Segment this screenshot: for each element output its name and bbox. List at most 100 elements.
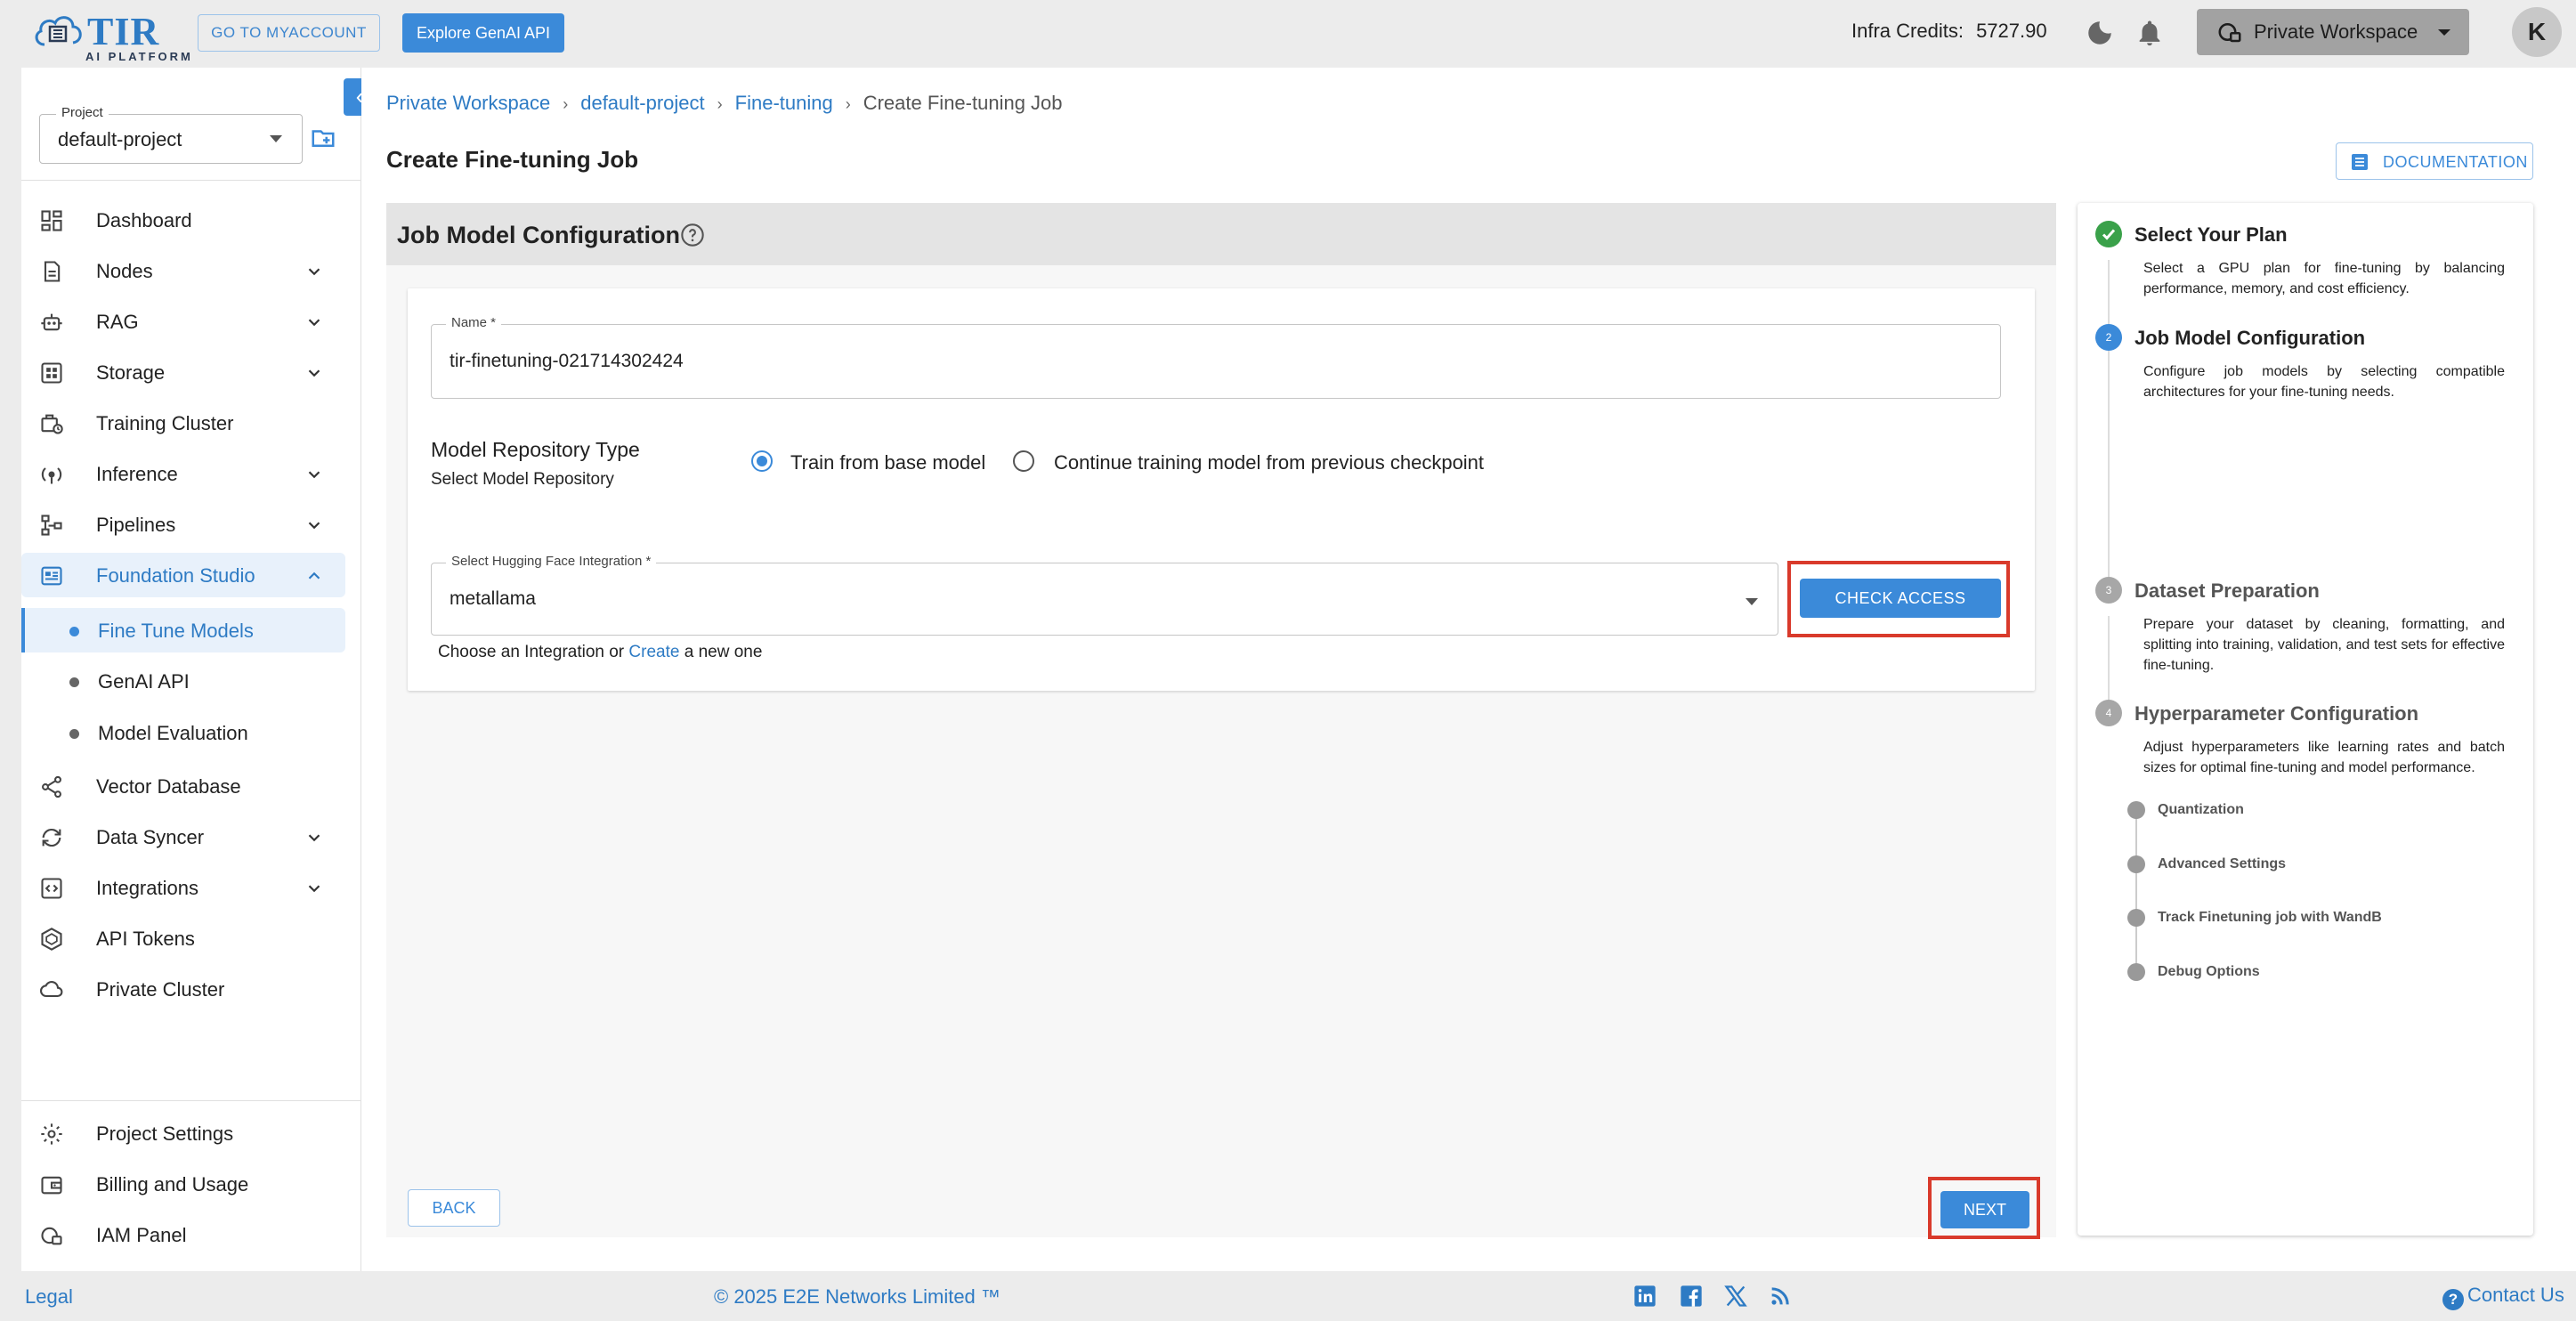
bullet-icon <box>69 627 79 636</box>
legal-link[interactable]: Legal <box>25 1285 73 1309</box>
linkedin-icon[interactable] <box>1632 1284 1657 1309</box>
sidebar-item-label: Foundation Studio <box>96 564 255 587</box>
sub-step-connector <box>2135 808 2137 977</box>
radio-continue-from-checkpoint[interactable] <box>1013 450 1034 472</box>
hugging-face-integration-select[interactable]: Select Hugging Face Integration * metall… <box>431 554 1778 636</box>
breadcrumb-project[interactable]: default-project <box>580 92 704 114</box>
sub-step-advanced-settings[interactable]: Advanced Settings <box>2158 856 2286 872</box>
sub-step-debug-options[interactable]: Debug Options <box>2158 964 2260 980</box>
workspace-selector[interactable]: Private Workspace <box>2197 9 2469 55</box>
step-connector <box>2108 363 2110 577</box>
facebook-icon[interactable] <box>1679 1284 1704 1309</box>
back-button[interactable]: BACK <box>408 1189 500 1227</box>
section-header: Job Model Configuration <box>386 203 2056 265</box>
breadcrumb: Private Workspace › default-project › Fine-t… <box>386 92 1063 115</box>
sidebar-item-iam-panel[interactable]: IAM Panel <box>21 1212 345 1257</box>
step-number: 2 <box>2095 324 2122 351</box>
logo-cloud-icon <box>35 16 82 46</box>
step-description: Prepare your dataset by cleaning, format… <box>2143 617 2505 673</box>
go-to-myaccount-button[interactable]: GO TO MYACCOUNT <box>198 14 380 52</box>
sidebar-divider <box>21 1100 361 1101</box>
workspace-icon <box>2218 23 2241 43</box>
chevron-down-icon <box>304 262 324 281</box>
sub-step-dot <box>2127 855 2145 873</box>
sidebar-item-nodes[interactable]: Nodes <box>21 248 345 293</box>
sidebar-item-label: Data Syncer <box>96 826 205 848</box>
sidebar-subitem-genai-api[interactable]: GenAI API <box>21 659 345 703</box>
create-integration-link[interactable]: Create <box>628 643 679 661</box>
model-repository-subtitle: Select Model Repository <box>431 470 614 489</box>
sidebar-item-billing-and-usage[interactable]: Billing and Usage <box>21 1162 345 1206</box>
sidebar-item-foundation-studio[interactable]: Foundation Studio <box>21 553 345 597</box>
chevron-down-icon <box>304 312 324 332</box>
step-title[interactable]: Dataset Preparation <box>2135 579 2320 603</box>
radio-train-from-base-model[interactable] <box>751 450 773 472</box>
breadcrumb-fine-tuning[interactable]: Fine-tuning <box>735 92 833 114</box>
help-icon[interactable] <box>680 223 705 247</box>
new-folder-icon[interactable] <box>310 125 340 155</box>
sub-step-wandb[interactable]: Track Finetuning job with WandB <box>2158 910 2382 926</box>
sidebar-item-label: Project Settings <box>96 1122 234 1145</box>
sidebar-item-api-tokens[interactable]: API Tokens <box>21 916 345 960</box>
sidebar-subitem-fine-tune-models[interactable]: Fine Tune Models <box>21 608 345 652</box>
sidebar-item-dashboard[interactable]: Dashboard <box>21 198 345 242</box>
sidebar-item-pipelines[interactable]: Pipelines <box>21 502 345 547</box>
sub-step-dot <box>2127 909 2145 927</box>
sidebar-item-inference[interactable]: Inference <box>21 451 345 496</box>
hugging-face-integration-value: metallama <box>450 588 536 609</box>
sidebar-item-private-cluster[interactable]: Private Cluster <box>21 967 345 1011</box>
logo-text: TIR <box>87 10 160 53</box>
section-title: Job Model Configuration <box>397 222 680 248</box>
sidebar-item-vector-database[interactable]: Vector Database <box>21 764 345 808</box>
documentation-button[interactable]: DOCUMENTATION <box>2336 142 2533 180</box>
breadcrumb-workspace[interactable]: Private Workspace <box>386 92 550 114</box>
notification-bell-icon[interactable] <box>2135 18 2165 48</box>
sidebar-divider <box>21 180 361 181</box>
project-selector[interactable]: Project default-project <box>39 105 303 164</box>
configuration-form: Name * tir-finetuning-021714302424 Model… <box>408 288 2035 691</box>
name-field-value: tir-finetuning-021714302424 <box>450 351 684 371</box>
radio-label[interactable]: Train from base model <box>790 451 985 474</box>
credits-label: Infra Credits: <box>1851 20 1964 42</box>
sidebar-item-label: Private Cluster <box>96 978 225 1001</box>
contact-us-link[interactable]: ? Contact Us <box>2442 1284 2564 1310</box>
help-circle-icon: ? <box>2442 1289 2464 1310</box>
sidebar-item-storage[interactable]: Storage <box>21 350 345 394</box>
radio-label[interactable]: Continue training model from previous ch… <box>1054 451 1484 474</box>
sidebar-item-integrations[interactable]: Integrations <box>21 865 345 910</box>
sidebar-item-label: Dashboard <box>96 209 192 231</box>
job-model-configuration-panel: Job Model Configuration Name * tir-finet… <box>386 203 2056 1239</box>
step-title[interactable]: Job Model Configuration <box>2135 327 2365 350</box>
x-icon[interactable] <box>1723 1284 1748 1309</box>
check-icon <box>2095 221 2122 247</box>
dark-mode-icon[interactable] <box>2085 18 2115 48</box>
sidebar-item-training-cluster[interactable]: Training Cluster <box>21 401 345 445</box>
sidebar-item-label: Nodes <box>96 260 153 282</box>
progress-stepper: Select Your Plan Select a GPU plan for f… <box>2078 203 2533 1236</box>
document-icon <box>2349 151 2370 173</box>
sidebar-item-data-syncer[interactable]: Data Syncer <box>21 814 345 859</box>
explore-genai-api-button[interactable]: Explore GenAI API <box>402 13 564 53</box>
user-avatar[interactable]: K <box>2512 7 2562 57</box>
sidebar-item-rag[interactable]: RAG <box>21 299 345 344</box>
sidebar-subitem-model-evaluation[interactable]: Model Evaluation <box>21 710 345 755</box>
logo-subtext: AI PLATFORM <box>85 50 193 63</box>
sidebar-item-label: RAG <box>96 311 139 333</box>
step-title[interactable]: Select Your Plan <box>2135 223 2288 247</box>
private-cluster-icon <box>39 977 64 1002</box>
chevron-down-icon <box>2438 29 2450 36</box>
sidebar-item-label: Training Cluster <box>96 412 234 434</box>
top-bar: TIR AI PLATFORM GO TO MYACCOUNT Explore … <box>0 0 2576 68</box>
copyright-text: © 2025 E2E Networks Limited ™ <box>714 1285 1000 1308</box>
project-legend: Project <box>56 105 109 120</box>
step-title[interactable]: Hyperparameter Configuration <box>2135 702 2418 725</box>
sub-step-quantization[interactable]: Quantization <box>2158 802 2244 818</box>
sidebar-subitem-label: GenAI API <box>98 670 190 693</box>
tir-logo[interactable]: TIR AI PLATFORM <box>32 7 190 63</box>
sub-step-dot <box>2127 801 2145 819</box>
sidebar-item-project-settings[interactable]: Project Settings <box>21 1111 345 1155</box>
sidebar-item-label: Vector Database <box>96 775 241 798</box>
rss-icon[interactable] <box>1768 1284 1793 1309</box>
name-field[interactable]: Name * tir-finetuning-021714302424 <box>431 315 2001 399</box>
sidebar-subitem-label: Fine Tune Models <box>98 620 254 642</box>
